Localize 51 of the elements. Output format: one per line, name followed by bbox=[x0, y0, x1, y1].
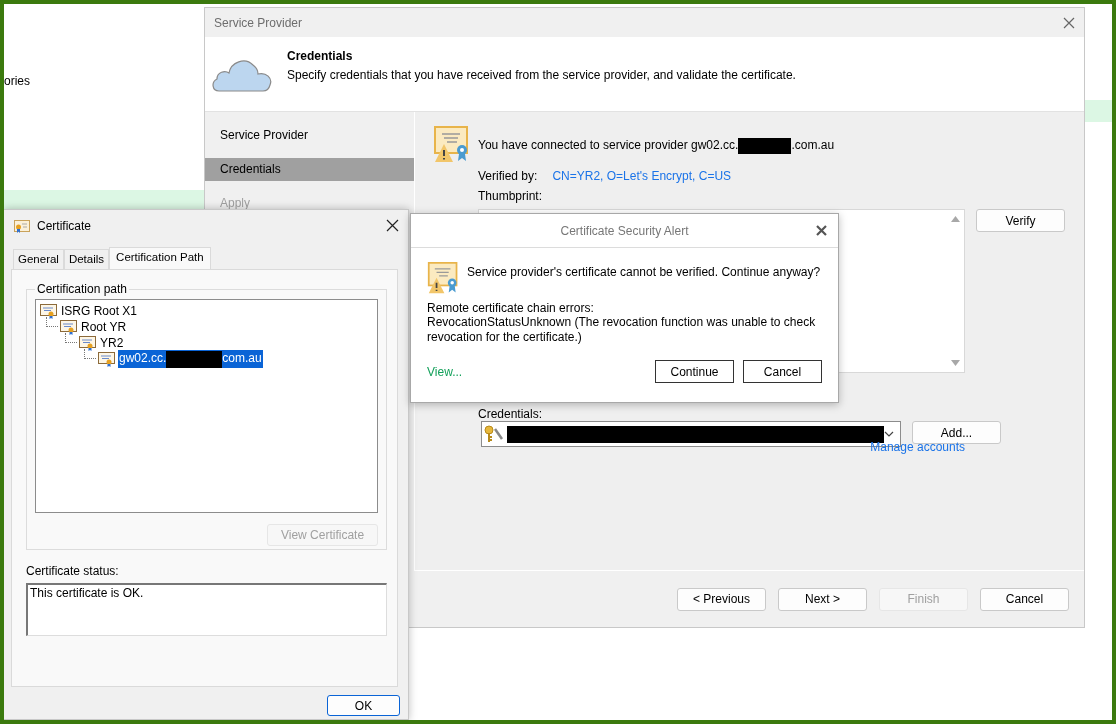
issuer-link[interactable]: CN=YR2, O=Let's Encrypt, C=US bbox=[552, 169, 732, 183]
dialog-button[interactable]: Continue bbox=[655, 360, 734, 383]
window-title: Service Provider bbox=[214, 15, 303, 30]
wizard-step[interactable]: Credentials bbox=[205, 158, 414, 181]
tab[interactable]: Certification Path bbox=[109, 247, 211, 269]
close-icon[interactable] bbox=[816, 225, 827, 236]
error-detail: RevocationStatusUnknown (The revocation function was unable to check revocation for the certificate.) bbox=[427, 315, 817, 345]
wizard-button[interactable]: < Previous bbox=[677, 587, 766, 611]
certificate-icon bbox=[14, 218, 30, 233]
tab[interactable]: Details bbox=[63, 249, 110, 269]
wizard-step[interactable]: Service Provider bbox=[205, 124, 414, 147]
error-heading: Remote certificate chain errors: bbox=[427, 301, 595, 315]
tree-line bbox=[84, 349, 96, 359]
certificate-warning-icon bbox=[433, 126, 471, 164]
field-label: Thumbprint: bbox=[478, 189, 544, 205]
certificate-icon bbox=[98, 351, 116, 367]
key-icon bbox=[484, 425, 504, 443]
field-label: Credentials: bbox=[478, 407, 544, 421]
tab[interactable]: General bbox=[13, 249, 64, 269]
connection-message: You have connected to service provider gw02.cc. .com.au bbox=[478, 138, 835, 154]
view-link[interactable]: View... bbox=[427, 364, 463, 379]
status-field[interactable]: This certificate is OK. bbox=[26, 583, 387, 636]
tree-line bbox=[65, 333, 77, 343]
certificate-icon bbox=[79, 335, 97, 351]
page-description: Specify credentials that you have received from the service provider, and validate the certificate. bbox=[287, 68, 796, 82]
group-label: Certification path bbox=[36, 282, 129, 296]
tree-item[interactable]: gw02.cc. com.au bbox=[118, 350, 263, 368]
list-item-text: ories bbox=[4, 74, 30, 88]
dialog-title: Certificate Security Alert bbox=[560, 223, 689, 238]
tree-item[interactable]: Root YR bbox=[80, 319, 128, 335]
dialog-button[interactable]: Cancel bbox=[743, 360, 822, 383]
certificate-icon bbox=[40, 303, 58, 319]
certificate-icon bbox=[60, 319, 78, 335]
tree-item[interactable]: ISRG Root X1 bbox=[60, 303, 139, 319]
add-button[interactable]: Add... bbox=[912, 421, 1001, 444]
field-label: Certificate status: bbox=[26, 564, 120, 578]
certificate-tree[interactable]: ISRG Root X1 Root YR YR2 gw02.cc. com.au bbox=[35, 299, 378, 513]
tree-item[interactable]: YR2 bbox=[99, 335, 125, 351]
window-title: Certificate bbox=[37, 218, 92, 233]
wizard-button[interactable]: Next > bbox=[778, 587, 867, 611]
chevron-down-icon bbox=[884, 431, 894, 437]
tree-line bbox=[46, 317, 58, 327]
wizard-button[interactable]: Cancel bbox=[980, 587, 1069, 611]
field-label: Verified by: bbox=[478, 169, 538, 183]
verify-button[interactable]: Verify bbox=[976, 209, 1065, 232]
page-title: Credentials bbox=[287, 49, 354, 63]
certificate-warning-icon bbox=[427, 262, 460, 295]
ok-button[interactable]: OK bbox=[327, 695, 400, 716]
alert-message: Service provider's certificate cannot be verified. Continue anyway? bbox=[467, 265, 821, 279]
row-highlight bbox=[1084, 100, 1112, 122]
close-icon[interactable] bbox=[386, 219, 399, 232]
